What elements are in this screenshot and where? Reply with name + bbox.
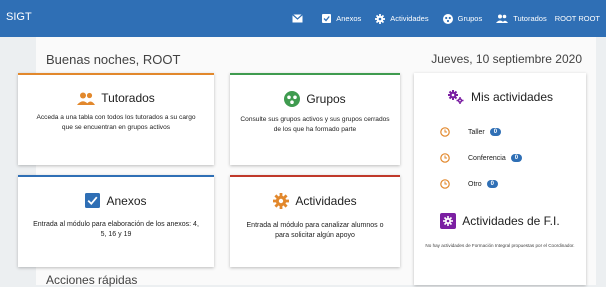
- card-actividades-description: Entrada al módulo para canalizar alumnos…: [246, 222, 384, 240]
- nav-item-actividades[interactable]: Actividades: [375, 13, 429, 24]
- mis-actividades-header: Mis actividades: [414, 89, 586, 105]
- card-grupos-title: Grupos: [306, 92, 346, 106]
- card-anexos-title: Anexos: [106, 193, 147, 208]
- current-date: Jueves, 10 septiembre 2020: [431, 52, 582, 66]
- card-mis-actividades: Mis actividades Taller 0 Conferencia 0 O…: [414, 73, 586, 285]
- checkbox-icon: [85, 193, 101, 208]
- card-actividades-title: Actividades: [295, 194, 357, 208]
- activity-item-otro[interactable]: Otro 0: [440, 171, 586, 197]
- card-anexos-description: Entrada al módulo para elaboración de lo…: [33, 221, 199, 239]
- card-grupos-description: Consulte sus grupos activos y sus grupos…: [240, 116, 390, 133]
- card-anexos[interactable]: Anexos Entrada al módulo para elaboració…: [18, 175, 214, 267]
- card-tutorados[interactable]: Tutorados Acceda a una tabla con todos l…: [18, 73, 214, 165]
- card-tutorados-description: Acceda a una tabla con todos los tutorad…: [36, 114, 196, 131]
- groups-icon: [442, 13, 453, 24]
- top-navbar: SIGT Anexos Actividades Grupos Tutorados…: [0, 0, 606, 37]
- activity-label: Otro: [468, 180, 482, 188]
- nav-label-anexos: Anexos: [336, 14, 362, 23]
- mis-actividades-title: Mis actividades: [470, 90, 554, 104]
- nav-item-mail[interactable]: [292, 14, 308, 23]
- mail-icon: [292, 14, 304, 23]
- nav-label-grupos: Grupos: [457, 14, 483, 23]
- nav-label-tutorados: Tutorados: [513, 14, 547, 23]
- activity-count-badge: 0: [489, 128, 502, 136]
- clock-icon: [440, 179, 450, 189]
- clock-icon: [440, 153, 450, 163]
- greeting: Buenas noches, ROOT: [46, 52, 181, 67]
- actividades-fi-title: Actividades de F.I.: [462, 214, 560, 228]
- nav-item-tutorados[interactable]: Tutorados: [496, 14, 547, 23]
- user-menu[interactable]: ROOT ROOT: [555, 14, 600, 23]
- checkbox-icon: [322, 14, 332, 23]
- gear-icon: [375, 13, 386, 24]
- activity-label: Conferencia: [468, 154, 506, 162]
- nav-menu: Anexos Actividades Grupos Tutorados ROOT…: [278, 0, 600, 37]
- gear-icon: [273, 193, 290, 209]
- nav-label-actividades: Actividades: [390, 14, 429, 23]
- activity-label: Taller: [468, 128, 485, 136]
- activity-count-badge: 0: [510, 154, 523, 162]
- mis-actividades-list: Taller 0 Conferencia 0 Otro 0: [440, 119, 586, 197]
- card-grupos[interactable]: Grupos Consulte sus grupos activos y sus…: [230, 73, 400, 165]
- actividades-fi-empty-note: No hay actividades de Formación Integral…: [425, 243, 575, 248]
- actividades-fi-header: Actividades de F.I.: [414, 213, 586, 229]
- activity-item-taller[interactable]: Taller 0: [440, 119, 586, 145]
- gear-box-icon: [440, 213, 457, 229]
- nav-item-grupos[interactable]: Grupos: [442, 13, 483, 24]
- card-actividades-header: Actividades: [230, 193, 400, 209]
- activity-count-badge: 0: [486, 180, 498, 188]
- clock-icon: [440, 127, 450, 137]
- app-brand[interactable]: SIGT: [6, 11, 32, 23]
- card-anexos-header: Anexos: [18, 193, 214, 208]
- groups-icon: [284, 91, 301, 107]
- people-icon: [496, 14, 509, 23]
- card-tutorados-header: Tutorados: [18, 91, 214, 105]
- people-icon: [77, 92, 96, 105]
- card-actividades[interactable]: Actividades Entrada al módulo para canal…: [230, 175, 400, 267]
- card-grupos-header: Grupos: [230, 91, 400, 107]
- gears-icon: [447, 90, 464, 104]
- nav-item-anexos[interactable]: Anexos: [322, 14, 361, 23]
- activity-item-conferencia[interactable]: Conferencia 0: [440, 145, 586, 171]
- card-tutorados-title: Tutorados: [101, 91, 155, 105]
